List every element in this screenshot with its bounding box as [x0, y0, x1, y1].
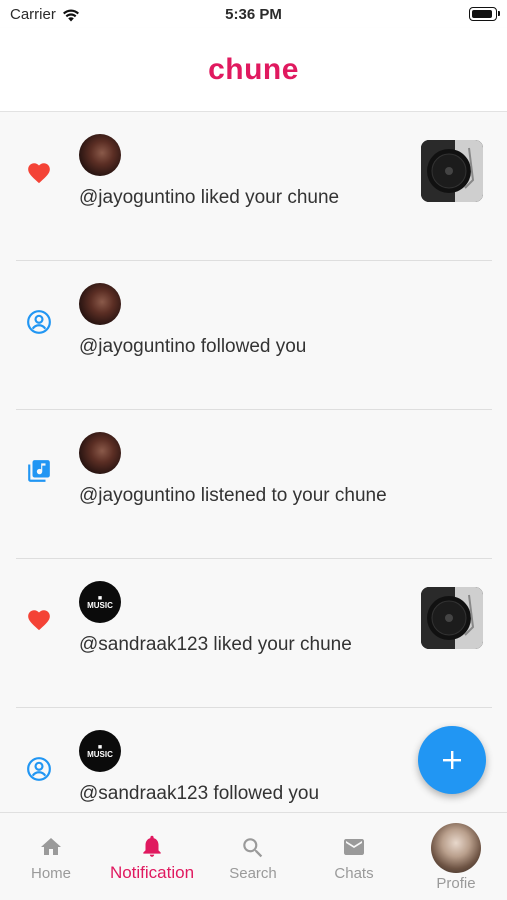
- app-header: chune: [0, 28, 507, 112]
- library-music-icon: [28, 460, 50, 482]
- nav-search[interactable]: Search: [203, 813, 303, 900]
- notification-text: @sandraak123 liked your chune: [79, 634, 352, 655]
- nav-profile[interactable]: Profie: [406, 813, 506, 900]
- mail-icon: [344, 839, 364, 855]
- user-avatar[interactable]: ■ MUSIC: [79, 730, 121, 772]
- notification-row[interactable]: @jayoguntino followed you: [16, 261, 492, 410]
- turntable-image: [421, 140, 483, 202]
- nav-profile-label: Profie: [436, 875, 476, 892]
- chune-thumbnail[interactable]: [421, 140, 483, 202]
- heart-icon: [28, 610, 50, 631]
- user-avatar[interactable]: [79, 134, 121, 176]
- nav-chats[interactable]: Chats: [304, 813, 404, 900]
- nav-home[interactable]: Home: [1, 813, 101, 900]
- battery-icon: [469, 7, 500, 21]
- notification-text: @jayoguntino listened to your chune: [79, 485, 387, 506]
- notification-text: @jayoguntino liked your chune: [79, 187, 340, 208]
- nav-chats-label: Chats: [334, 865, 374, 882]
- chune-thumbnail[interactable]: [421, 587, 483, 649]
- status-bar: Carrier 5:36 PM: [0, 0, 507, 28]
- music-logo-text: MUSIC: [87, 749, 113, 759]
- nav-notification[interactable]: Notification: [102, 813, 202, 900]
- nav-notification-label: Notification: [109, 863, 195, 882]
- notification-list[interactable]: @jayoguntino liked your chune @jayogunti…: [0, 112, 507, 812]
- search-icon: [243, 838, 263, 858]
- notification-text: @jayoguntino followed you: [79, 336, 307, 357]
- profile-avatar: [431, 823, 481, 873]
- bell-icon: [143, 835, 161, 857]
- user-avatar[interactable]: ■ MUSIC: [79, 581, 121, 623]
- notification-row[interactable]: @jayoguntino listened to your chune: [16, 410, 492, 559]
- heart-icon: [28, 163, 50, 184]
- account-circle-icon: [27, 310, 51, 334]
- nav-search-label: Search: [229, 865, 277, 882]
- plus-icon: [443, 751, 461, 769]
- nav-home-label: Home: [30, 865, 71, 882]
- add-chune-button[interactable]: [418, 726, 486, 794]
- user-avatar[interactable]: [79, 283, 121, 325]
- turntable-image: [421, 587, 483, 649]
- bottom-nav: Home Notification Search Chats Profie: [0, 812, 507, 900]
- notification-row[interactable]: ■ MUSIC @sandraak123 liked your chune: [16, 559, 492, 708]
- notification-row[interactable]: @jayoguntino liked your chune: [16, 112, 492, 261]
- notification-text: @sandraak123 followed you: [79, 783, 320, 804]
- status-time: 5:36 PM: [225, 6, 282, 23]
- user-avatar[interactable]: [79, 432, 121, 474]
- app-title: chune: [208, 52, 299, 86]
- home-icon: [41, 838, 61, 855]
- account-circle-icon: [27, 757, 51, 781]
- music-logo-text: MUSIC: [87, 600, 113, 610]
